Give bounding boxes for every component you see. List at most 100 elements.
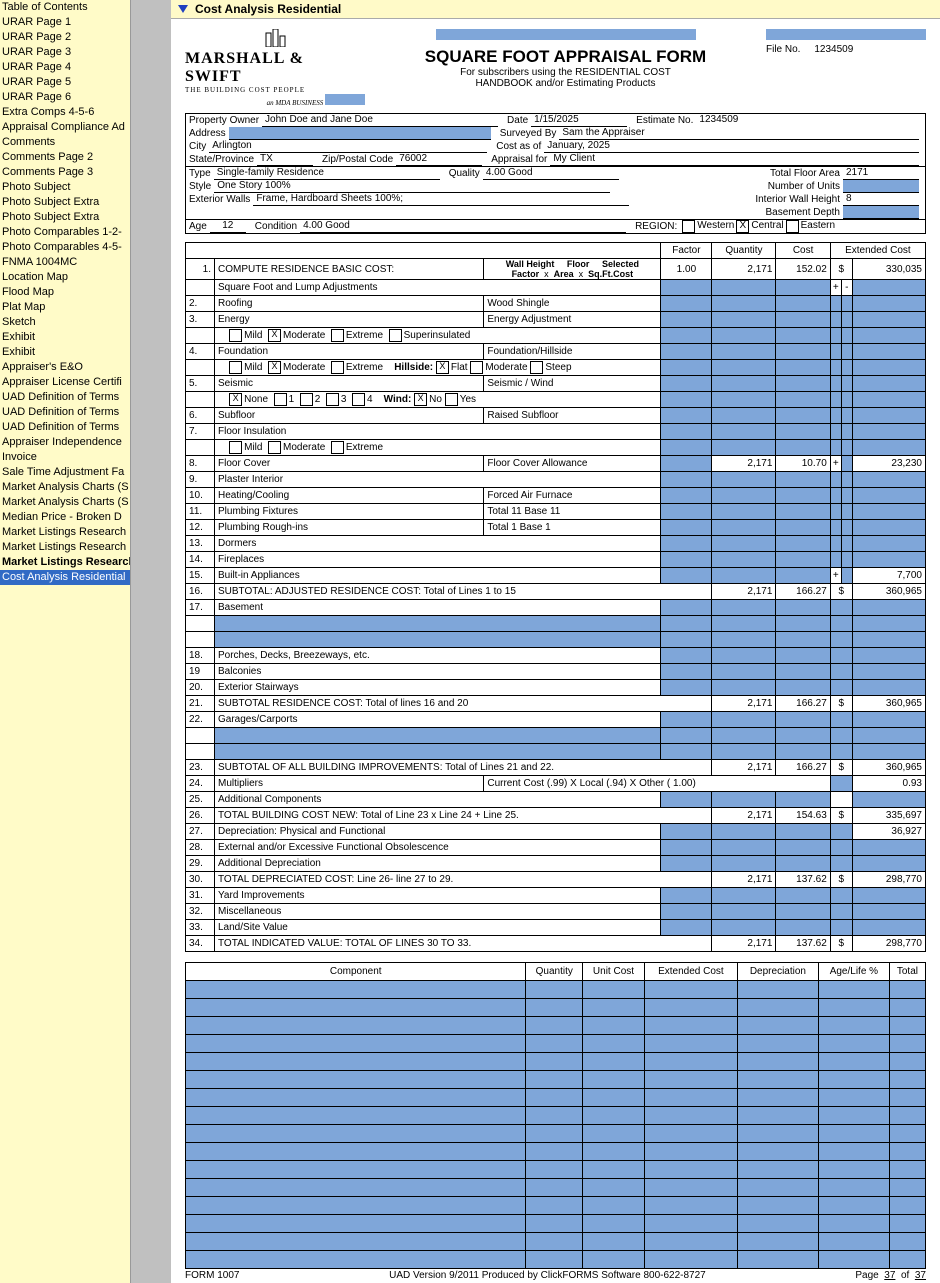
sidebar-item[interactable]: UAD Definition of Terms [0,405,130,420]
iwh-lbl: Interior Wall Height [635,193,843,206]
iwh-val[interactable]: 8 [843,193,919,206]
checkbox[interactable] [331,329,344,342]
sidebar-item[interactable]: URAR Page 4 [0,60,130,75]
age-val[interactable]: 12 [210,220,246,233]
sidebar-item[interactable]: FNMA 1004MC [0,255,130,270]
sidebar-item[interactable]: Photo Subject [0,180,130,195]
sidebar-item[interactable]: URAR Page 3 [0,45,130,60]
checkbox[interactable] [229,361,242,374]
sidebar-item[interactable]: URAR Page 5 [0,75,130,90]
sidebar-item[interactable]: Location Map [0,270,130,285]
region-eastern-cb[interactable] [786,220,799,233]
sidebar-item[interactable]: URAR Page 2 [0,30,130,45]
checkbox[interactable] [229,329,242,342]
sidebar-item[interactable]: Sketch [0,315,130,330]
checkbox[interactable]: X [229,393,242,406]
table-row [186,1251,926,1269]
sidebar-item[interactable]: Exhibit [0,345,130,360]
checkbox[interactable] [326,393,339,406]
sidebar-item[interactable]: Comments [0,135,130,150]
sidebar-item[interactable]: Plat Map [0,300,130,315]
region-western-cb[interactable] [682,220,695,233]
sidebar-item[interactable]: URAR Page 1 [0,15,130,30]
units-val[interactable] [843,180,919,193]
sidebar-item[interactable]: Market Analysis Charts (S [0,495,130,510]
bd-lbl: Basement Depth [637,206,843,219]
units-lbl: Number of Units [616,180,843,193]
checkbox[interactable] [389,329,402,342]
apprfor-val[interactable]: My Client [550,153,919,166]
checkbox[interactable] [300,393,313,406]
triangle-down-icon [177,3,189,15]
sidebar-item[interactable]: Extra Comps 4-5-6 [0,105,130,120]
sidebar-item[interactable]: Market Listings Research [0,540,130,555]
zip-val[interactable]: 76002 [396,153,482,166]
sidebar-item[interactable]: Appraiser Independence [0,435,130,450]
ext-lbl: Exterior Walls [186,193,253,206]
surv-val[interactable]: Sam the Appraiser [559,127,919,140]
r1-cost[interactable]: 152.02 [776,259,830,280]
cond-val[interactable]: 4.00 Good [300,220,626,233]
sidebar-item[interactable]: Invoice [0,450,130,465]
sidebar-item[interactable]: Photo Comparables 4-5- [0,240,130,255]
table-row [186,1233,926,1251]
sidebar-item[interactable]: Market Analysis Charts (S [0,480,130,495]
sidebar-item[interactable]: Table of Contents [0,0,130,15]
checkbox[interactable] [331,361,344,374]
checkbox[interactable] [331,441,344,454]
sidebar-item[interactable]: Comments Page 2 [0,150,130,165]
age-lbl: Age [186,220,210,233]
city-val[interactable]: Arlington [209,140,487,153]
sidebar-item[interactable]: Photo Subject Extra [0,195,130,210]
sidebar-item[interactable]: UAD Definition of Terms [0,390,130,405]
ext-val[interactable]: Frame, Hardboard Sheets 100%; [253,193,629,206]
costas-val[interactable]: January, 2025 [544,140,919,153]
owner-val[interactable]: John Doe and Jane Doe [262,114,498,127]
sidebar-item[interactable]: Appraiser's E&O [0,360,130,375]
city-lbl: City [186,140,209,153]
checkbox[interactable]: X [268,329,281,342]
sidebar-item[interactable]: Cost Analysis Residential [0,570,130,585]
bd-val[interactable] [843,206,919,219]
sidebar-item[interactable]: Median Price - Broken D [0,510,130,525]
date-val[interactable]: 1/15/2025 [531,114,627,127]
checkbox[interactable]: X [268,361,281,374]
style-val[interactable]: One Story 100% [214,180,610,193]
sidebar-item[interactable]: Photo Subject Extra [0,210,130,225]
sidebar-item[interactable]: Exhibit [0,330,130,345]
state-lbl: State/Province [186,153,257,166]
qual-val[interactable]: 4.00 Good [483,167,619,180]
sidebar-item[interactable]: Comments Page 3 [0,165,130,180]
sidebar-item[interactable]: Market Listings Research [0,525,130,540]
surv-lbl: Surveyed By [497,127,560,140]
r1-factor[interactable]: 1.00 [661,259,712,280]
sidebar: Table of ContentsURAR Page 1URAR Page 2U… [0,0,131,1283]
estno-val[interactable]: 1234509 [696,114,772,127]
blue-patch [325,94,365,105]
region-central-cb[interactable]: X [736,220,749,233]
sidebar-item[interactable]: URAR Page 6 [0,90,130,105]
footer: FORM 1007 UAD Version 9/2011 Produced by… [171,1268,940,1283]
table-row [186,981,926,999]
checkbox[interactable] [268,441,281,454]
r1-ext[interactable]: 330,035 [852,259,925,280]
sidebar-item[interactable]: Appraisal Compliance Ad [0,120,130,135]
sidebar-item[interactable]: UAD Definition of Terms [0,420,130,435]
blue-bar [766,29,926,40]
type-val[interactable]: Single-family Residence [214,167,440,180]
checkbox[interactable] [229,441,242,454]
table-row [186,999,926,1017]
sidebar-item[interactable]: Appraiser License Certifi [0,375,130,390]
tfa-val[interactable]: 2171 [843,167,919,180]
r1-qty[interactable]: 2,171 [712,259,776,280]
state-val[interactable]: TX [257,153,313,166]
sidebar-item[interactable]: Market Listings Research [0,555,130,570]
costas-lbl: Cost as of [493,140,544,153]
checkbox[interactable] [274,393,287,406]
addr-val[interactable] [229,127,491,140]
sidebar-item[interactable]: Flood Map [0,285,130,300]
owner-lbl: Property Owner [186,114,262,127]
sidebar-item[interactable]: Photo Comparables 1-2- [0,225,130,240]
checkbox[interactable] [352,393,365,406]
sidebar-item[interactable]: Sale Time Adjustment Fa [0,465,130,480]
